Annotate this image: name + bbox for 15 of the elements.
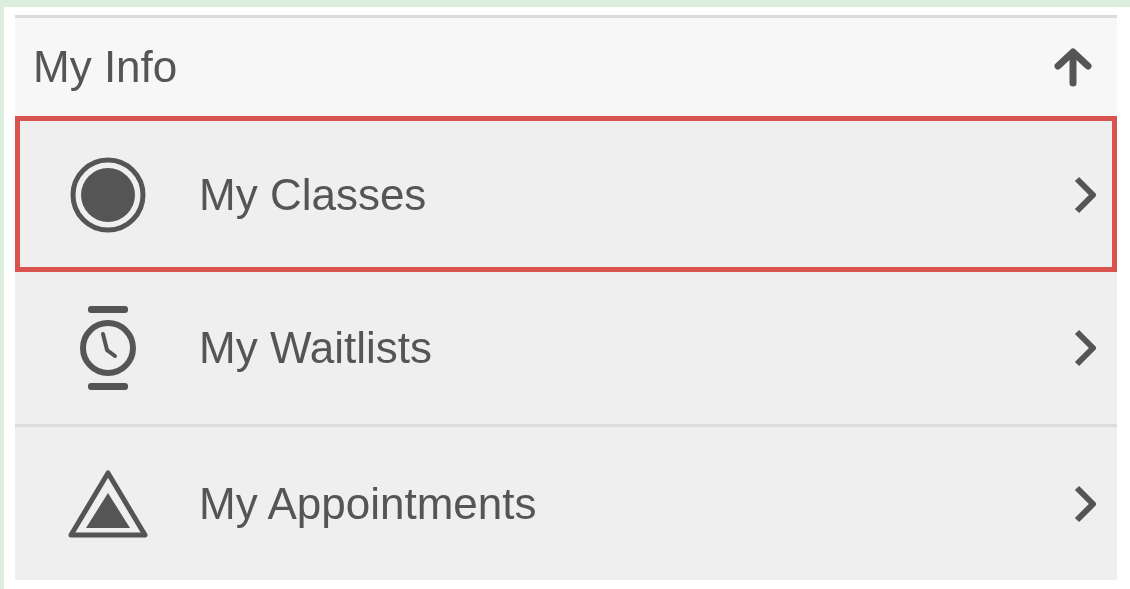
- chevron-right-icon: [1073, 328, 1097, 368]
- menu-item[interactable]: My Classes: [15, 116, 1117, 272]
- circle-icon: [69, 156, 147, 235]
- triangle-icon: [67, 468, 149, 539]
- chevron-right-icon: [1073, 483, 1097, 524]
- menu-item[interactable]: My Appointments: [15, 424, 1117, 580]
- watch-icon: [77, 304, 139, 392]
- section-header[interactable]: My Info: [15, 18, 1117, 116]
- item-label: My Appointments: [199, 477, 538, 530]
- arrow-up-icon: [1053, 47, 1093, 87]
- section-title: My Info: [33, 41, 178, 93]
- chevron-right-icon: [1073, 175, 1097, 216]
- item-label: My Waitlists: [199, 322, 434, 374]
- menu-item[interactable]: My Waitlists: [15, 271, 1117, 425]
- item-label: My Classes: [199, 169, 428, 222]
